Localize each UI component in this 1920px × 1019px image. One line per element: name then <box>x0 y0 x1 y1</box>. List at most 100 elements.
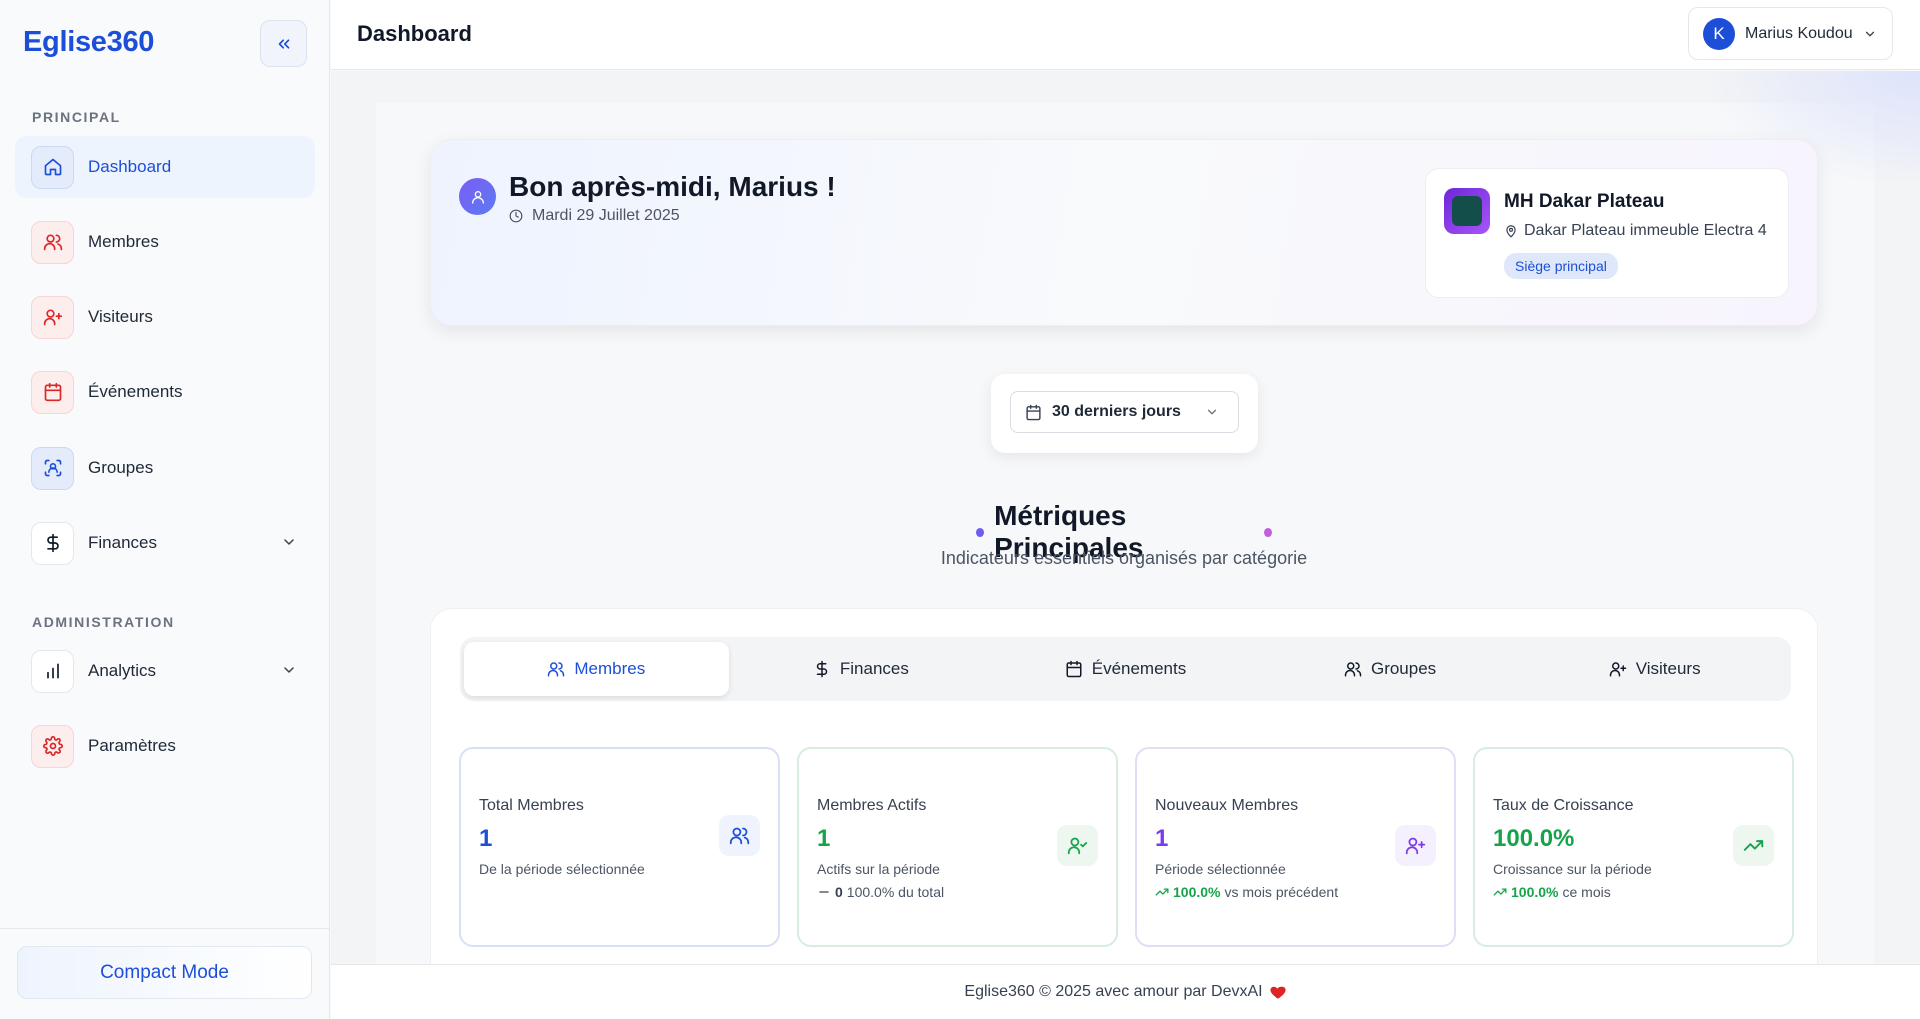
chevron-down-icon[interactable] <box>281 662 297 678</box>
brand-logo[interactable]: Eglise360 <box>23 26 154 59</box>
trend-value: 100.0% <box>1511 884 1559 900</box>
status-badge: Siège principal <box>1504 253 1618 279</box>
tab-evenements[interactable]: Événements <box>993 642 1258 696</box>
church-logo <box>1444 188 1490 234</box>
user-plus-icon <box>1395 825 1436 866</box>
stat-description: Actifs sur la période <box>817 861 940 877</box>
tab-membres[interactable]: Membres <box>464 642 729 696</box>
stat-trend: 100.0% vs mois précédent <box>1155 884 1338 900</box>
map-pin-icon <box>1506 225 1516 238</box>
chevron-down-icon <box>1207 409 1217 415</box>
date-text: Mardi 29 Juillet 2025 <box>532 207 680 224</box>
user-name: Marius Koudou <box>1745 24 1853 42</box>
sidebar-item-label: Visiteurs <box>88 307 153 326</box>
dollar-icon <box>31 521 74 565</box>
tab-label: Événements <box>1091 659 1187 678</box>
users-icon <box>719 815 760 856</box>
sidebar-item-groupes[interactable]: Groupes <box>15 437 315 499</box>
trending-up-icon <box>1733 825 1774 866</box>
greeting-title: Bon après-midi, Marius ! <box>509 171 836 202</box>
stat-card-taux-croissance[interactable]: Taux de Croissance 100.0% Croissance sur… <box>1473 747 1794 947</box>
sidebar-item-label: Dashboard <box>88 157 172 176</box>
stat-trend: 100.0% ce mois <box>1493 884 1611 900</box>
dot-decoration <box>976 527 985 537</box>
tab-groupes[interactable]: Groupes <box>1258 642 1523 696</box>
sidebar-item-label: Paramètres <box>88 736 176 755</box>
trending-up-icon <box>1493 888 1507 896</box>
tab-label: Membres <box>574 659 646 678</box>
stat-description: Croissance sur la période <box>1493 861 1652 877</box>
section-label-administration: ADMINISTRATION <box>32 614 175 630</box>
stat-label: Nouveaux Membres <box>1155 797 1299 814</box>
tab-visiteurs[interactable]: Visiteurs <box>1522 642 1787 696</box>
page-title: Dashboard <box>357 21 472 46</box>
minus-icon <box>819 891 829 893</box>
sidebar-item-label: Finances <box>88 533 157 552</box>
greeting-date: Mardi 29 Juillet 2025 <box>509 207 680 225</box>
metrics-card: Membres Finances Événements Groupes Visi… <box>430 608 1818 988</box>
church-name: MH Dakar Plateau <box>1504 191 1665 212</box>
trend-text: 100.0% du total <box>846 884 945 900</box>
address-text: Dakar Plateau immeuble Electra 4 <box>1524 222 1767 239</box>
trend-value: 100.0% <box>1173 884 1221 900</box>
collapse-sidebar-button[interactable] <box>260 20 307 67</box>
sidebar-item-visiteurs[interactable]: Visiteurs <box>15 286 315 348</box>
gear-icon <box>31 724 74 768</box>
calendar-icon <box>1066 660 1082 678</box>
sidebar-item-finances[interactable]: Finances <box>15 512 315 574</box>
tab-label: Visiteurs <box>1635 659 1701 678</box>
period-selector-card: 30 derniers jours <box>991 374 1258 453</box>
compact-mode-button[interactable]: Compact Mode <box>17 946 312 999</box>
trend-text: ce mois <box>1562 884 1611 900</box>
sidebar-item-parametres[interactable]: Paramètres <box>15 715 315 777</box>
metrics-tabs: Membres Finances Événements Groupes Visi… <box>460 637 1791 701</box>
trending-up-icon <box>1155 888 1169 896</box>
chevron-down-icon[interactable] <box>281 534 297 550</box>
users-icon <box>1344 662 1362 677</box>
page-footer: Eglise360 © 2025 avec amour par DevxAI <box>331 964 1920 1019</box>
user-plus-icon <box>1609 662 1626 677</box>
user-icon <box>459 178 496 215</box>
group-scan-icon <box>31 446 74 490</box>
stat-value: 100.0% <box>1493 825 1575 852</box>
period-value: 30 derniers jours <box>1052 403 1181 420</box>
clock-icon <box>509 209 523 223</box>
stat-description: De la période sélectionnée <box>479 861 645 877</box>
trend-text: vs mois précédent <box>1224 884 1339 900</box>
user-plus-icon <box>31 295 74 339</box>
stat-value: 1 <box>479 825 493 852</box>
metrics-subtitle: Indicateurs essentiels organisés par cat… <box>940 548 1308 568</box>
stat-label: Total Membres <box>479 797 584 814</box>
chevrons-left-icon <box>278 38 289 49</box>
dollar-icon <box>816 660 828 678</box>
stat-trend: 0 100.0% du total <box>817 884 944 900</box>
top-header: Dashboard K Marius Koudou <box>331 0 1920 70</box>
tab-label: Groupes <box>1370 659 1437 678</box>
user-menu[interactable]: K Marius Koudou <box>1688 7 1893 60</box>
stat-card-total-membres[interactable]: Total Membres 1 De la période sélectionn… <box>459 747 780 947</box>
chevron-down-icon <box>1865 31 1874 36</box>
greeting-card: Bon après-midi, Marius ! Mardi 29 Juille… <box>430 139 1818 326</box>
stat-card-nouveaux-membres[interactable]: Nouveaux Membres 1 Période sélectionnée … <box>1135 747 1456 947</box>
stat-card-membres-actifs[interactable]: Membres Actifs 1 Actifs sur la période 0… <box>797 747 1118 947</box>
church-address: Dakar Plateau immeuble Electra 4 <box>1504 222 1767 240</box>
sidebar-item-dashboard[interactable]: Dashboard <box>15 136 315 198</box>
sidebar: Eglise360 PRINCIPAL Dashboard Membres Vi… <box>0 0 330 1019</box>
stat-value: 1 <box>817 825 831 852</box>
church-card[interactable]: MH Dakar Plateau Dakar Plateau immeuble … <box>1425 168 1789 298</box>
trend-value: 0 <box>835 884 843 900</box>
tab-finances[interactable]: Finances <box>729 642 994 696</box>
home-icon <box>31 145 74 189</box>
period-select[interactable]: 30 derniers jours <box>1010 391 1239 433</box>
user-check-icon <box>1057 825 1098 866</box>
sidebar-item-label: Événements <box>88 382 183 401</box>
sidebar-item-analytics[interactable]: Analytics <box>15 640 315 702</box>
stat-description: Période sélectionnée <box>1155 861 1286 877</box>
sidebar-item-evenements[interactable]: Événements <box>15 361 315 423</box>
section-label-principal: PRINCIPAL <box>32 109 121 125</box>
sidebar-item-membres[interactable]: Membres <box>15 211 315 273</box>
heart-icon <box>1270 986 1286 999</box>
sidebar-item-label: Analytics <box>88 661 157 680</box>
sidebar-item-label: Groupes <box>88 458 154 477</box>
calendar-icon <box>1026 404 1041 420</box>
